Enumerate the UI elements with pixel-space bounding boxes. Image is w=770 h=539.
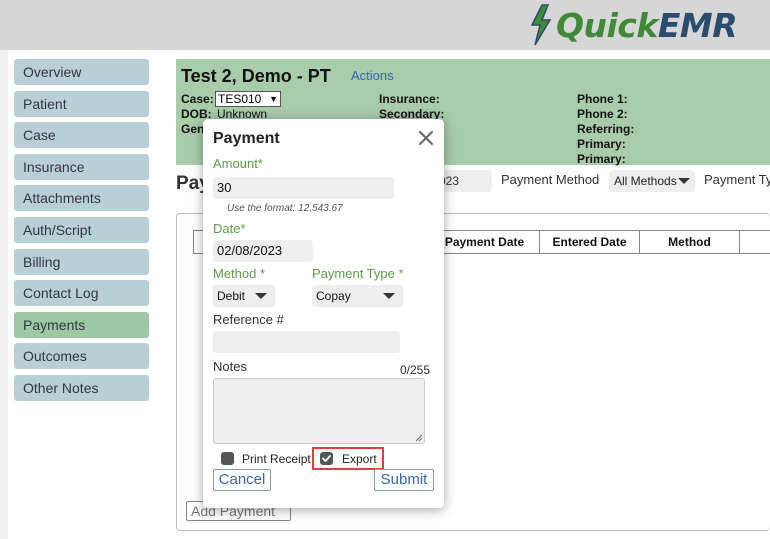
notes-char-counter: 0/255 [400,363,431,377]
sidebar-item-payments[interactable]: Payments [14,311,149,338]
sidebar-item-outcomes[interactable]: Outcomes [14,343,149,370]
sidebar-item-attachments[interactable]: Attachments [14,185,149,212]
sidebar-item-overview[interactable]: Overview [14,59,149,85]
phone2-label: Phone 2: [577,107,628,121]
sidebar-item-auth-script[interactable]: Auth/Script [14,216,149,243]
sidebar-nav: Overview Patient Case Insurance Attachme… [14,59,149,407]
amount-label: Amount* [213,156,263,171]
patient-name: Test 2, Demo - PT [181,66,331,86]
sidebar-item-patient[interactable]: Patient [14,90,149,117]
column-payment-date[interactable]: Payment Date [429,231,539,253]
lightning-bolt-icon [530,4,552,46]
method-value: Debit [217,289,246,303]
amount-format-hint: Use the format: 12,543.67 [227,203,343,214]
case-label: Case: [181,92,214,106]
print-receipt-checkbox[interactable] [221,452,234,465]
modal-title: Payment [213,130,280,147]
referring-label: Referring: [577,122,635,136]
chevron-down-icon [255,293,267,299]
notes-label: Notes [213,359,247,374]
checkmark-icon [322,455,331,462]
column-entered-date[interactable]: Entered Date [539,231,639,253]
amount-input[interactable]: 30 [213,177,394,199]
sidebar-item-contact-log[interactable]: Contact Log [14,280,149,307]
date-input[interactable]: 02/08/2023 [213,240,313,262]
export-label: Export [342,452,377,466]
sidebar-item-insurance[interactable]: Insurance [14,153,149,180]
payment-method-value: All Methods [614,174,677,188]
case-select[interactable]: TES010 ▼ [215,91,281,107]
notes-textarea[interactable] [213,378,425,444]
gender-label: Gen [181,122,205,136]
reference-input[interactable] [213,331,400,353]
payment-type-select[interactable]: Copay [312,285,403,307]
method-label: Method * [213,266,266,281]
print-receipt-label: Print Receipt [242,452,311,466]
sidebar-item-case[interactable]: Case [14,122,149,149]
sidebar-item-billing[interactable]: Billing [14,248,149,275]
submit-button[interactable]: Submit [374,469,434,491]
date-label: Date* [213,221,246,236]
payment-type-label: Payment Type * [312,266,404,281]
chevron-down-icon: ▼ [269,94,278,104]
chevron-down-icon [383,293,395,299]
primary-label-2: Primary: [577,152,626,166]
reference-label: Reference # [213,312,284,327]
export-checkbox[interactable] [320,452,333,465]
insurance-label: Insurance: [379,92,440,106]
cancel-button[interactable]: Cancel [213,469,271,491]
column-method[interactable]: Method [639,231,739,253]
top-banner: QuickEMR [0,0,770,50]
chevron-down-icon [678,178,690,184]
column-next[interactable] [739,231,770,253]
payment-type-label: Payment Typ [704,172,770,187]
primary-label-1: Primary: [577,137,626,151]
payment-modal: Payment Amount* 30 Use the format: 12,54… [203,119,444,508]
actions-link[interactable]: Actions [351,68,394,83]
method-select[interactable]: Debit [213,285,275,307]
payment-type-value: Copay [316,289,351,303]
phone1-label: Phone 1: [577,92,628,106]
resize-handle-icon[interactable] [415,434,423,442]
left-gutter [0,50,8,539]
close-icon[interactable] [416,128,436,148]
case-select-value: TES010 [218,92,262,106]
sidebar-item-other-notes[interactable]: Other Notes [14,374,149,401]
payment-method-label: Payment Method [501,172,600,187]
logo-text: QuickEMR [556,5,738,45]
payment-method-select[interactable]: All Methods [609,170,695,192]
quickemr-logo: QuickEMR [528,2,738,48]
